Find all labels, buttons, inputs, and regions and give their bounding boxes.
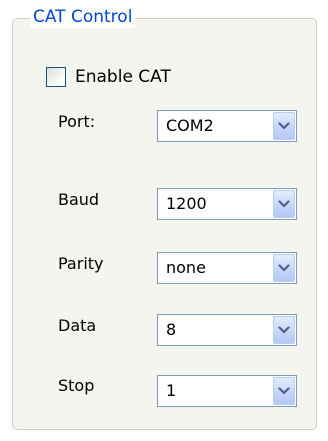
group-title: CAT Control: [30, 6, 136, 28]
parity-dropdown-button[interactable]: [273, 254, 295, 282]
parity-value: none: [166, 258, 206, 277]
chevron-down-icon: [278, 200, 290, 208]
enable-cat-row[interactable]: Enable CAT: [46, 66, 171, 88]
chevron-down-icon: [278, 387, 290, 395]
data-combo[interactable]: 8: [157, 314, 297, 346]
stop-label: Stop: [58, 376, 95, 395]
port-label: Port:: [58, 112, 96, 131]
baud-combo[interactable]: 1200: [157, 188, 297, 220]
enable-cat-label[interactable]: Enable CAT: [75, 66, 171, 88]
parity-combo[interactable]: none: [157, 252, 297, 284]
enable-cat-checkbox[interactable]: [46, 67, 66, 87]
chevron-down-icon: [278, 122, 290, 130]
stop-value: 1: [166, 381, 177, 400]
port-combo[interactable]: COM2: [157, 110, 297, 142]
port-value: COM2: [166, 116, 214, 135]
parity-label: Parity: [58, 254, 104, 273]
port-dropdown-button[interactable]: [273, 112, 295, 140]
data-value: 8: [166, 320, 177, 339]
chevron-down-icon: [278, 326, 290, 334]
baud-label: Baud: [58, 190, 100, 209]
data-dropdown-button[interactable]: [273, 316, 295, 344]
baud-dropdown-button[interactable]: [273, 190, 295, 218]
chevron-down-icon: [278, 264, 290, 272]
baud-value: 1200: [166, 194, 207, 213]
stop-dropdown-button[interactable]: [273, 377, 295, 405]
cat-control-panel: CAT Control Enable CAT Port: COM2 Baud 1…: [0, 0, 328, 441]
stop-combo[interactable]: 1: [157, 375, 297, 407]
data-label: Data: [58, 316, 97, 335]
